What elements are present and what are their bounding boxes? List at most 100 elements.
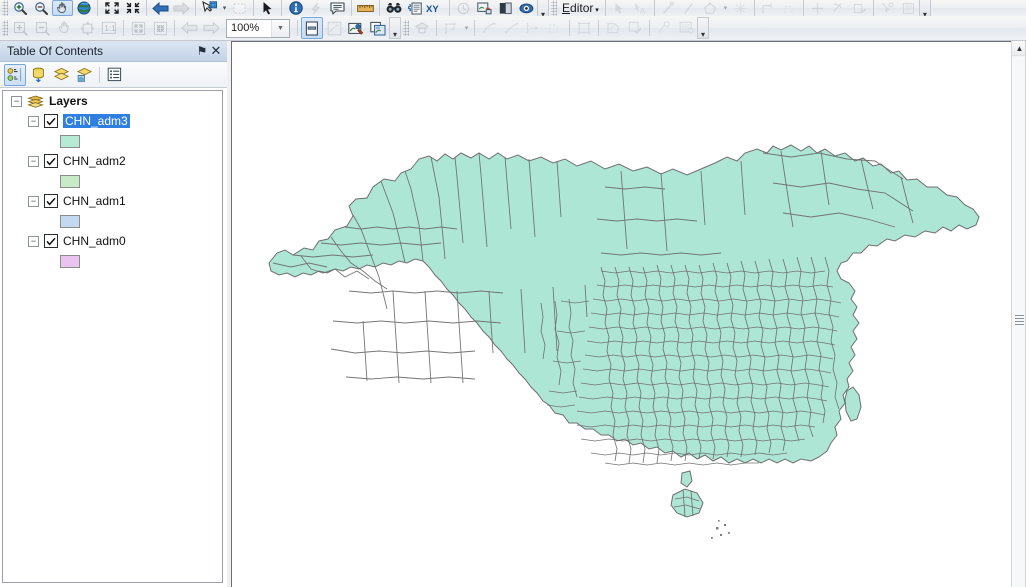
visibility-range-icon[interactable]: [516, 0, 537, 16]
pin-icon[interactable]: ⚑: [195, 44, 209, 59]
go-back-page-icon[interactable]: [178, 17, 200, 39]
expander-icon[interactable]: −: [28, 155, 39, 167]
standard-toolbar-overflow-button[interactable]: ▾: [389, 17, 401, 39]
data-view-icon[interactable]: [345, 17, 367, 39]
zoom-100-icon[interactable]: 1:1: [98, 17, 120, 39]
sketch-icon[interactable]: [877, 0, 898, 16]
layer-item-chn-adm0[interactable]: − CHN_adm0: [3, 231, 222, 251]
pan-page-icon[interactable]: [54, 17, 76, 39]
fixed-zoom-out-icon[interactable]: [122, 0, 143, 16]
pan-icon[interactable]: [52, 0, 73, 16]
zoom-in-icon[interactable]: [10, 0, 31, 16]
scroll-up-icon[interactable]: ▲: [1012, 41, 1026, 56]
select-elements-icon[interactable]: [257, 0, 278, 16]
time-slider-icon[interactable]: [453, 0, 474, 16]
planarize-lines-icon[interactable]: [602, 17, 624, 39]
edit-tool-icon[interactable]: [609, 0, 630, 16]
go-back-extent-icon[interactable]: [150, 0, 171, 16]
layout-view-icon[interactable]: [367, 17, 389, 39]
layer-item-chn-adm3[interactable]: − CHN_adm3: [3, 111, 222, 131]
go-forward-page-icon[interactable]: [200, 17, 222, 39]
validate-topology-icon[interactable]: [624, 17, 646, 39]
layer-item-chn-adm2[interactable]: − CHN_adm2: [3, 151, 222, 171]
standard-toolbar-gripper[interactable]: [2, 20, 8, 36]
layer-visibility-checkbox[interactable]: [44, 114, 58, 128]
layer-visibility-checkbox[interactable]: [44, 234, 58, 248]
generalize-edge-icon[interactable]: [544, 17, 566, 39]
fixed-zoom-in-page-icon[interactable]: [127, 17, 149, 39]
scrollbar-track[interactable]: [1012, 57, 1026, 587]
topology-toolbar-gripper[interactable]: [403, 20, 409, 36]
chevron-down-icon[interactable]: ▼: [271, 19, 289, 37]
expander-icon[interactable]: −: [28, 235, 39, 247]
list-by-drawing-order-icon[interactable]: [4, 63, 26, 86]
map-data-frame[interactable]: [231, 41, 1011, 587]
layer-symbol-row[interactable]: [3, 211, 222, 231]
layer-symbol-row[interactable]: [3, 171, 222, 191]
hyperlink-icon[interactable]: [306, 0, 327, 16]
fixed-zoom-in-icon[interactable]: [101, 0, 122, 16]
zoom-out-icon[interactable]: [31, 0, 52, 16]
tools-toolbar-overflow-button[interactable]: ▾: [537, 0, 549, 16]
zoom-out-page-icon[interactable]: [32, 17, 54, 39]
layer-tree[interactable]: − Layers − CHN_adm3 − CHN_adm2 − CHN_adm…: [2, 90, 223, 583]
split-icon[interactable]: [807, 0, 828, 16]
identify-icon[interactable]: [285, 0, 306, 16]
toolbar-gripper[interactable]: [2, 0, 8, 16]
refresh-view-icon[interactable]: [323, 17, 345, 39]
full-extent-globe-icon[interactable]: [73, 0, 94, 16]
list-by-selection-icon[interactable]: [73, 64, 95, 86]
china-admin-map[interactable]: [232, 42, 1011, 587]
expander-icon[interactable]: −: [28, 195, 39, 207]
reshape-edge-icon[interactable]: [500, 17, 522, 39]
attributes-icon[interactable]: [849, 0, 870, 16]
layer-symbol-row[interactable]: [3, 131, 222, 151]
swipe-layer-icon[interactable]: [495, 0, 516, 16]
align-edge-icon[interactable]: [522, 17, 544, 39]
layer-symbol-swatch[interactable]: [60, 134, 80, 148]
show-shared-features-icon[interactable]: [675, 17, 697, 39]
go-forward-extent-icon[interactable]: [171, 0, 192, 16]
zoom-whole-page-icon[interactable]: [76, 17, 98, 39]
clear-selection-icon[interactable]: [229, 0, 250, 16]
expander-icon[interactable]: −: [28, 115, 39, 127]
map-vertical-scrollbar[interactable]: ▲: [1011, 41, 1026, 587]
close-icon[interactable]: ✕: [209, 43, 223, 59]
list-by-visibility-icon[interactable]: [50, 64, 72, 86]
map-canvas[interactable]: [232, 42, 1011, 587]
construction-dropdown-icon[interactable]: ▾: [721, 0, 730, 16]
scroll-grip[interactable]: [1015, 315, 1024, 325]
snapping-icon[interactable]: [758, 0, 779, 16]
layer-symbol-swatch[interactable]: [60, 254, 80, 268]
html-popup-icon[interactable]: [327, 0, 348, 16]
rotate-icon[interactable]: [828, 0, 849, 16]
page-zoom-combo[interactable]: 100% ▼: [226, 18, 290, 38]
layer-visibility-checkbox[interactable]: [44, 194, 58, 208]
layer-visibility-checkbox[interactable]: [44, 154, 58, 168]
tree-root-layers[interactable]: − Layers: [3, 91, 222, 111]
zoom-in-page-icon[interactable]: [10, 17, 32, 39]
straight-segment-icon[interactable]: [658, 0, 679, 16]
toggle-draft-mode-icon[interactable]: [301, 17, 323, 39]
select-features-icon[interactable]: [199, 0, 220, 16]
create-viewer-window-icon[interactable]: [474, 0, 495, 16]
layer-symbol-row[interactable]: [3, 251, 222, 271]
editor-toolbar-overflow-button[interactable]: ▾: [918, 0, 931, 16]
error-inspector-icon[interactable]: [653, 17, 675, 39]
options-icon[interactable]: [103, 64, 125, 86]
modify-edge-icon[interactable]: [478, 17, 500, 39]
topology-select-icon[interactable]: [411, 17, 433, 39]
trace-icon[interactable]: [679, 0, 700, 16]
list-by-source-icon[interactable]: [27, 64, 49, 86]
create-features-icon[interactable]: [898, 0, 919, 16]
fixed-zoom-out-page-icon[interactable]: [149, 17, 171, 39]
find-icon[interactable]: [383, 0, 404, 16]
construct-features-icon[interactable]: [573, 17, 595, 39]
topology-toolbar-overflow-button[interactable]: ▾: [697, 17, 709, 39]
go-to-xy-icon[interactable]: XY: [425, 0, 446, 16]
construction-tools-icon[interactable]: [700, 0, 721, 16]
select-features-dropdown-icon[interactable]: ▾: [220, 0, 229, 16]
topology-edit-dropdown-icon[interactable]: ▾: [462, 20, 471, 36]
expander-icon[interactable]: −: [11, 95, 22, 107]
topology-edit-icon[interactable]: [440, 17, 462, 39]
